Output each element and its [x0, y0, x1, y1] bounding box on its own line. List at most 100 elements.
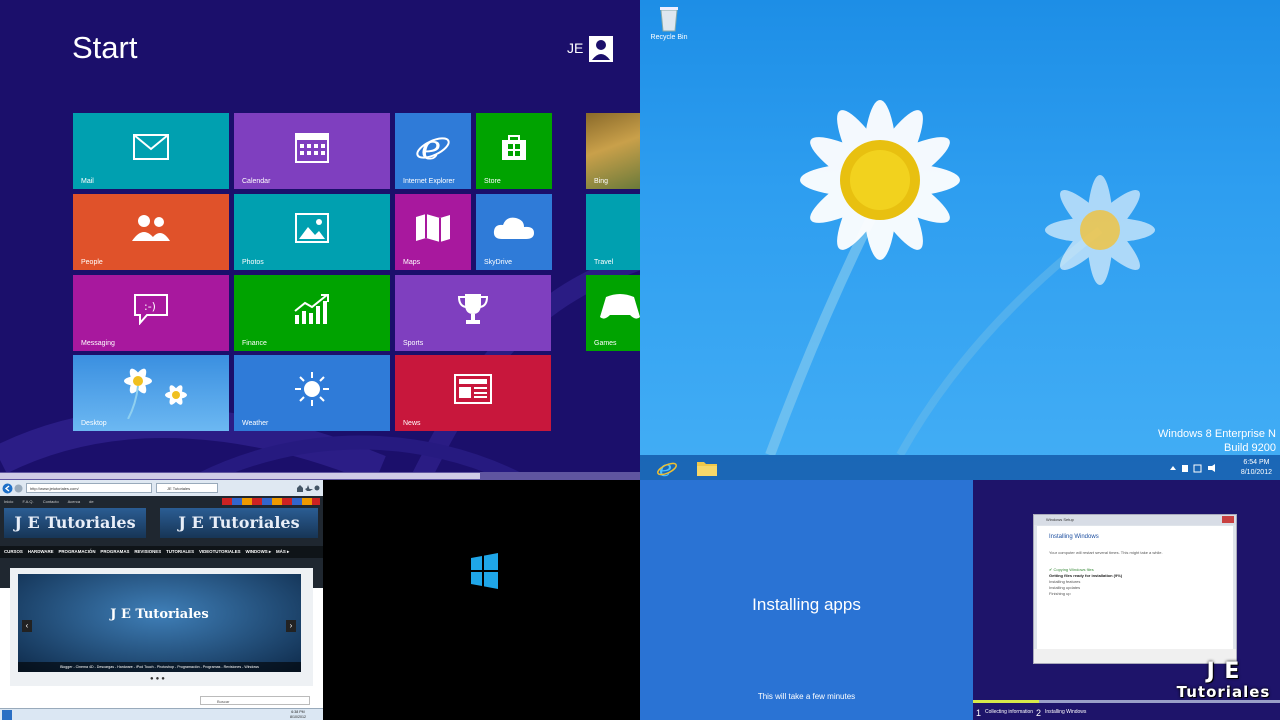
- social-icons[interactable]: [222, 498, 320, 505]
- nav-item[interactable]: PROGRAMAS: [100, 549, 129, 554]
- maps-icon: [416, 214, 450, 243]
- nav-item[interactable]: PROGRAMACIÓN: [58, 549, 95, 554]
- tile-finance[interactable]: Finance: [234, 275, 390, 351]
- banner-slider[interactable]: J E Tutoriales Blogger - Cinema 4D - Des…: [18, 574, 301, 672]
- tile-travel[interactable]: Travel: [586, 194, 640, 270]
- tile-calendar[interactable]: Calendar: [234, 113, 390, 189]
- tile-bing[interactable]: Bing: [586, 113, 640, 189]
- close-button[interactable]: [1222, 516, 1234, 523]
- browser-tab[interactable]: JE Tutoriales: [156, 483, 218, 493]
- setup-step: ✔ Copying Windows files: [1049, 567, 1094, 572]
- nav-item[interactable]: HARDWARE: [28, 549, 54, 554]
- tile-label: Internet Explorer: [403, 178, 455, 185]
- nav-item[interactable]: MÁS ▸: [276, 549, 289, 554]
- messaging-icon: :-): [134, 294, 168, 326]
- taskbar: e 6:54 PM 8/10/2012: [640, 455, 1280, 480]
- user-icon: [592, 40, 610, 60]
- clock-date: 8/10/2012: [290, 715, 306, 719]
- back-icon[interactable]: [2, 483, 13, 494]
- tile-desktop[interactable]: Desktop: [73, 355, 229, 431]
- setup-step: Installing features: [1049, 579, 1081, 584]
- clock-time: 6:54 PM: [1243, 459, 1270, 466]
- edition-watermark: Windows 8 Enterprise N Build 9200: [1158, 427, 1276, 455]
- browser-window: http://www.jetutoriales.com/ JE Tutorial…: [0, 480, 323, 720]
- nav-item[interactable]: VIDEOTUTORIALES: [199, 549, 241, 554]
- site-logo-right[interactable]: J E Tutoriales: [160, 508, 318, 538]
- trophy-icon: [457, 294, 489, 325]
- installing-apps-subtitle: This will take a few minutes: [757, 692, 856, 701]
- news-icon: [454, 374, 492, 405]
- tile-maps[interactable]: Maps: [395, 194, 471, 270]
- recycle-bin[interactable]: Recycle Bin: [648, 4, 690, 41]
- site-nav: CURSOS HARDWARE PROGRAMACIÓN PROGRAMAS R…: [0, 546, 323, 558]
- step-label: Installing Windows: [1045, 709, 1087, 715]
- tile-label: Games: [594, 340, 617, 347]
- tile-weather[interactable]: Weather: [234, 355, 390, 431]
- nav-item[interactable]: REVISIONES: [134, 549, 161, 554]
- sun-icon: [295, 372, 329, 407]
- slider-prev-button[interactable]: ‹: [22, 620, 32, 632]
- setup-step: Installing updates: [1049, 585, 1081, 590]
- tile-mail[interactable]: Mail: [73, 113, 229, 189]
- top-link[interactable]: Acerca de: [68, 499, 94, 504]
- windows-setup-screen: Windows Setup Installing Windows Your co…: [973, 480, 1280, 720]
- internet-explorer-icon: e: [416, 129, 450, 165]
- tile-label: Calendar: [242, 178, 271, 185]
- slider-dots[interactable]: ●●●: [150, 676, 167, 682]
- edition-text: Windows 8 Enterprise N: [1158, 428, 1276, 440]
- top-links[interactable]: Inicio F.A.Q. Contacto Acerca de: [4, 499, 94, 504]
- user-avatar[interactable]: [589, 36, 613, 62]
- finance-chart-icon: [294, 294, 329, 325]
- tray-icons[interactable]: [1168, 463, 1218, 473]
- top-link[interactable]: Contacto: [43, 499, 59, 504]
- site-logo-left[interactable]: J E Tutoriales: [4, 508, 146, 538]
- internet-explorer-icon[interactable]: e: [656, 458, 678, 478]
- nav-item[interactable]: CURSOS: [4, 549, 23, 554]
- setup-step-label: Copying Windows files: [1053, 567, 1094, 572]
- start-title: Start: [72, 30, 138, 65]
- brand-tutoriales: Tutoriales: [1176, 683, 1271, 701]
- tile-messaging[interactable]: :-) Messaging: [73, 275, 229, 351]
- top-link[interactable]: F.A.Q.: [22, 499, 33, 504]
- file-explorer-icon[interactable]: [696, 459, 718, 477]
- start-scrollbar[interactable]: [0, 472, 640, 480]
- toolbar-icons[interactable]: [296, 484, 320, 492]
- tile-label: Maps: [403, 259, 421, 266]
- tile-label: Messaging: [81, 340, 115, 347]
- browser-clock[interactable]: 6:38 PM 8/10/2012: [290, 710, 306, 720]
- tile-photos[interactable]: Photos: [234, 194, 390, 270]
- tile-label: News: [403, 420, 421, 427]
- site-search-input[interactable]: Buscar: [200, 696, 310, 705]
- tile-people[interactable]: People: [73, 194, 229, 270]
- photos-icon: [295, 213, 329, 244]
- tile-news[interactable]: News: [395, 355, 551, 431]
- forward-icon[interactable]: [14, 484, 23, 493]
- nav-item[interactable]: TUTORIALES: [166, 549, 194, 554]
- address-input[interactable]: http://www.jetutoriales.com/: [26, 483, 152, 493]
- tile-label: Bing: [594, 178, 609, 185]
- mail-icon: [133, 134, 169, 161]
- user-initials[interactable]: JE: [567, 40, 583, 56]
- tile-sports[interactable]: Sports: [395, 275, 551, 351]
- tile-skydrive[interactable]: SkyDrive: [476, 194, 552, 270]
- step-number: 1: [976, 708, 982, 718]
- build-text: Build 9200: [1224, 442, 1276, 454]
- scrollbar-thumb[interactable]: [0, 473, 480, 479]
- setup-progress-fill: [973, 700, 1039, 703]
- tile-internet-explorer[interactable]: e Internet Explorer: [395, 113, 471, 189]
- top-link[interactable]: Inicio: [4, 499, 13, 504]
- controller-icon: [600, 294, 640, 319]
- tile-label: People: [81, 259, 103, 266]
- tile-store[interactable]: Store: [476, 113, 552, 189]
- nav-item[interactable]: WINDOWS ▸: [245, 549, 271, 554]
- start-button[interactable]: [2, 710, 12, 720]
- slider-next-button[interactable]: ›: [286, 620, 296, 632]
- svg-text:e: e: [421, 129, 441, 165]
- boot-screen: [323, 480, 640, 720]
- tile-label: Store: [484, 178, 501, 185]
- windows-logo-icon: [471, 553, 498, 589]
- setup-steps: 1 Collecting information 2 Installing Wi…: [973, 706, 1280, 720]
- je-tutoriales-brand: J E Tutoriales: [1171, 660, 1276, 701]
- tile-games[interactable]: Games: [586, 275, 640, 351]
- clock[interactable]: 6:54 PM 8/10/2012: [1241, 458, 1272, 478]
